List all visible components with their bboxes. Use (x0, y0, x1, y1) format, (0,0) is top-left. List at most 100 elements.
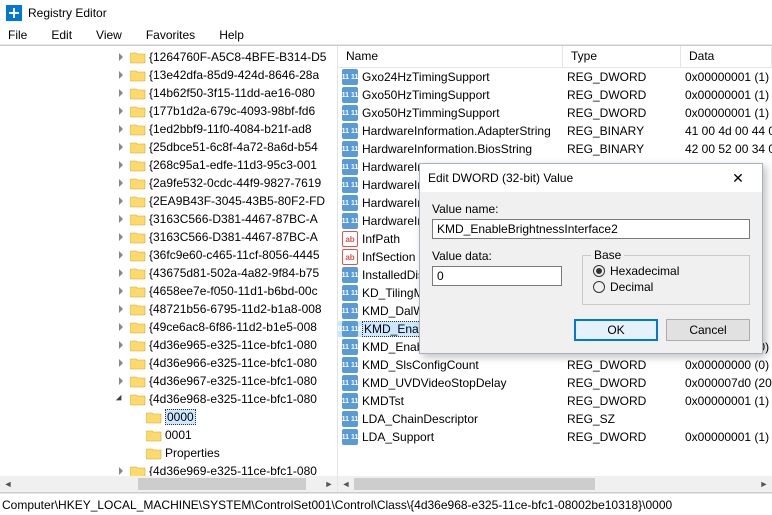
menu-help[interactable]: Help (215, 26, 248, 44)
value-data: 0x00000001 (1) (681, 430, 772, 444)
scrollbar-thumb[interactable] (138, 478, 306, 490)
chevron-right-icon[interactable] (115, 305, 127, 313)
radio-decimal[interactable]: Decimal (593, 280, 739, 294)
value-name-input[interactable] (432, 219, 750, 239)
chevron-right-icon[interactable] (115, 215, 127, 223)
tree-item-label: {4658ee7e-f050-11d1-b6bd-00c (149, 284, 318, 298)
tree-item[interactable]: 0000 (0, 408, 337, 426)
chevron-right-icon[interactable] (115, 287, 127, 295)
tree-horizontal-scrollbar[interactable]: ◄ ► (0, 476, 337, 492)
list-row[interactable]: 011 110HardwareInformation.BiosStringREG… (338, 140, 772, 158)
chevron-right-icon[interactable] (115, 323, 127, 331)
tree-item[interactable]: Properties (0, 444, 337, 462)
column-header-type[interactable]: Type (563, 46, 681, 67)
chevron-right-icon[interactable] (115, 161, 127, 169)
tree-item[interactable]: {2a9fe532-0cdc-44f9-9827-7619 (0, 174, 337, 192)
value-type: REG_DWORD (563, 430, 681, 444)
chevron-right-icon[interactable] (115, 269, 127, 277)
tree-item[interactable]: {2EA9B43F-3045-43B5-80F2-FD (0, 192, 337, 210)
list-row[interactable]: 011 110KMD_SlsConfigCountREG_DWORD0x0000… (338, 356, 772, 374)
menu-edit[interactable]: Edit (47, 26, 76, 44)
list-row[interactable]: 011 110Gxo24HzTimingSupportREG_DWORD0x00… (338, 68, 772, 86)
binary-value-icon: 011 110 (342, 339, 358, 355)
status-bar: Computer\HKEY_LOCAL_MACHINE\SYSTEM\Contr… (0, 493, 772, 515)
tree-item[interactable]: {4d36e967-e325-11ce-bfc1-080 (0, 372, 337, 390)
binary-value-icon: 011 110 (342, 159, 358, 175)
chevron-right-icon[interactable] (115, 179, 127, 187)
radio-hexadecimal[interactable]: Hexadecimal (593, 264, 739, 278)
list-horizontal-scrollbar[interactable]: ◄ ► (338, 476, 772, 492)
list-row[interactable]: 011 110KMD_UVDVideoStopDelayREG_DWORD0x0… (338, 374, 772, 392)
chevron-right-icon[interactable] (115, 143, 127, 151)
folder-icon (130, 212, 146, 226)
menu-favorites[interactable]: Favorites (142, 26, 199, 44)
tree-item[interactable]: {4d36e966-e325-11ce-bfc1-080 (0, 354, 337, 372)
chevron-down-icon[interactable] (115, 395, 127, 403)
value-data-input[interactable] (432, 266, 562, 286)
value-name: HardwareInformation.AdapterString (362, 124, 551, 138)
scrollbar-thumb[interactable] (354, 478, 595, 490)
chevron-right-icon[interactable] (115, 467, 127, 475)
list-row[interactable]: 011 110LDA_ChainDescriptorREG_SZ (338, 410, 772, 428)
tree-item[interactable]: {4d36e965-e325-11ce-bfc1-080 (0, 336, 337, 354)
tree-item[interactable]: {48721b56-6795-11d2-b1a8-008 (0, 300, 337, 318)
tree-item-label: {4d36e967-e325-11ce-bfc1-080 (149, 374, 317, 388)
tree-item[interactable]: {3163C566-D381-4467-87BC-A (0, 228, 337, 246)
chevron-right-icon[interactable] (115, 197, 127, 205)
menu-view[interactable]: View (92, 26, 126, 44)
folder-icon (130, 356, 146, 370)
menu-file[interactable]: File (4, 26, 31, 44)
chevron-right-icon[interactable] (115, 359, 127, 367)
chevron-right-icon[interactable] (115, 341, 127, 349)
column-header-data[interactable]: Data (681, 46, 772, 67)
chevron-right-icon[interactable] (115, 53, 127, 61)
value-name: HardwareIn (362, 196, 424, 210)
tree-item[interactable]: {36fc9e60-c465-11cf-8056-4445 (0, 246, 337, 264)
tree-item[interactable]: {25dbce51-6c8f-4a72-8a6d-b54 (0, 138, 337, 156)
list-row[interactable]: 011 110LDA_SupportREG_DWORD0x00000001 (1… (338, 428, 772, 446)
tree-item-label: {25dbce51-6c8f-4a72-8a6d-b54 (149, 140, 318, 154)
tree-item[interactable]: {43675d81-502a-4a82-9f84-b75 (0, 264, 337, 282)
folder-icon (130, 68, 146, 82)
tree-item[interactable]: {1ed2bbf9-11f0-4084-b21f-ad8 (0, 120, 337, 138)
tree-pane[interactable]: {1264760F-A5C8-4BFE-B314-D5{13e42dfa-85d… (0, 46, 338, 492)
cancel-button[interactable]: Cancel (666, 319, 750, 341)
tree-item[interactable]: {49ce6ac8-6f86-11d2-b1e5-008 (0, 318, 337, 336)
tree-item[interactable]: {4658ee7e-f050-11d1-b6bd-00c (0, 282, 337, 300)
scroll-left-icon[interactable]: ◄ (0, 476, 16, 492)
chevron-right-icon[interactable] (115, 71, 127, 79)
close-icon[interactable]: ✕ (722, 170, 754, 187)
folder-icon (130, 230, 146, 244)
chevron-right-icon[interactable] (115, 107, 127, 115)
value-data: 0x00000001 (1) (681, 70, 772, 84)
scroll-right-icon[interactable]: ► (756, 476, 772, 492)
scroll-left-icon[interactable]: ◄ (338, 476, 354, 492)
chevron-right-icon[interactable] (115, 251, 127, 259)
tree-item[interactable]: {13e42dfa-85d9-424d-8646-28a (0, 66, 337, 84)
folder-icon (130, 248, 146, 262)
tree-item[interactable]: {177b1d2a-679c-4093-98bf-fd6 (0, 102, 337, 120)
tree-item[interactable]: 0001 (0, 426, 337, 444)
tree-item[interactable]: {4d36e968-e325-11ce-bfc1-080 (0, 390, 337, 408)
tree-item-label: {177b1d2a-679c-4093-98bf-fd6 (149, 104, 315, 118)
folder-icon (146, 446, 162, 460)
scroll-right-icon[interactable]: ► (321, 476, 337, 492)
list-row[interactable]: 011 110Gxo50HzTimingSupportREG_DWORD0x00… (338, 86, 772, 104)
ok-button[interactable]: OK (574, 319, 658, 341)
column-header-name[interactable]: Name (338, 46, 563, 67)
tree-item-label: {14b62f50-3f15-11dd-ae16-080 (149, 86, 315, 100)
chevron-right-icon[interactable] (115, 89, 127, 97)
chevron-right-icon[interactable] (115, 125, 127, 133)
chevron-right-icon[interactable] (115, 233, 127, 241)
list-row[interactable]: 011 110KMDTstREG_DWORD0x00000001 (1) (338, 392, 772, 410)
chevron-right-icon[interactable] (115, 377, 127, 385)
tree-item[interactable]: {3163C566-D381-4467-87BC-A (0, 210, 337, 228)
list-row[interactable]: 011 110Gxo50HzTimmingSupportREG_DWORD0x0… (338, 104, 772, 122)
tree-item[interactable]: {14b62f50-3f15-11dd-ae16-080 (0, 84, 337, 102)
list-row[interactable]: 011 110HardwareInformation.AdapterString… (338, 122, 772, 140)
tree-item[interactable]: {268c95a1-edfe-11d3-95c3-001 (0, 156, 337, 174)
tree-item[interactable]: {1264760F-A5C8-4BFE-B314-D5 (0, 48, 337, 66)
binary-value-icon: 011 110 (342, 411, 358, 427)
binary-value-icon: 011 110 (342, 69, 358, 85)
folder-icon (130, 50, 146, 64)
